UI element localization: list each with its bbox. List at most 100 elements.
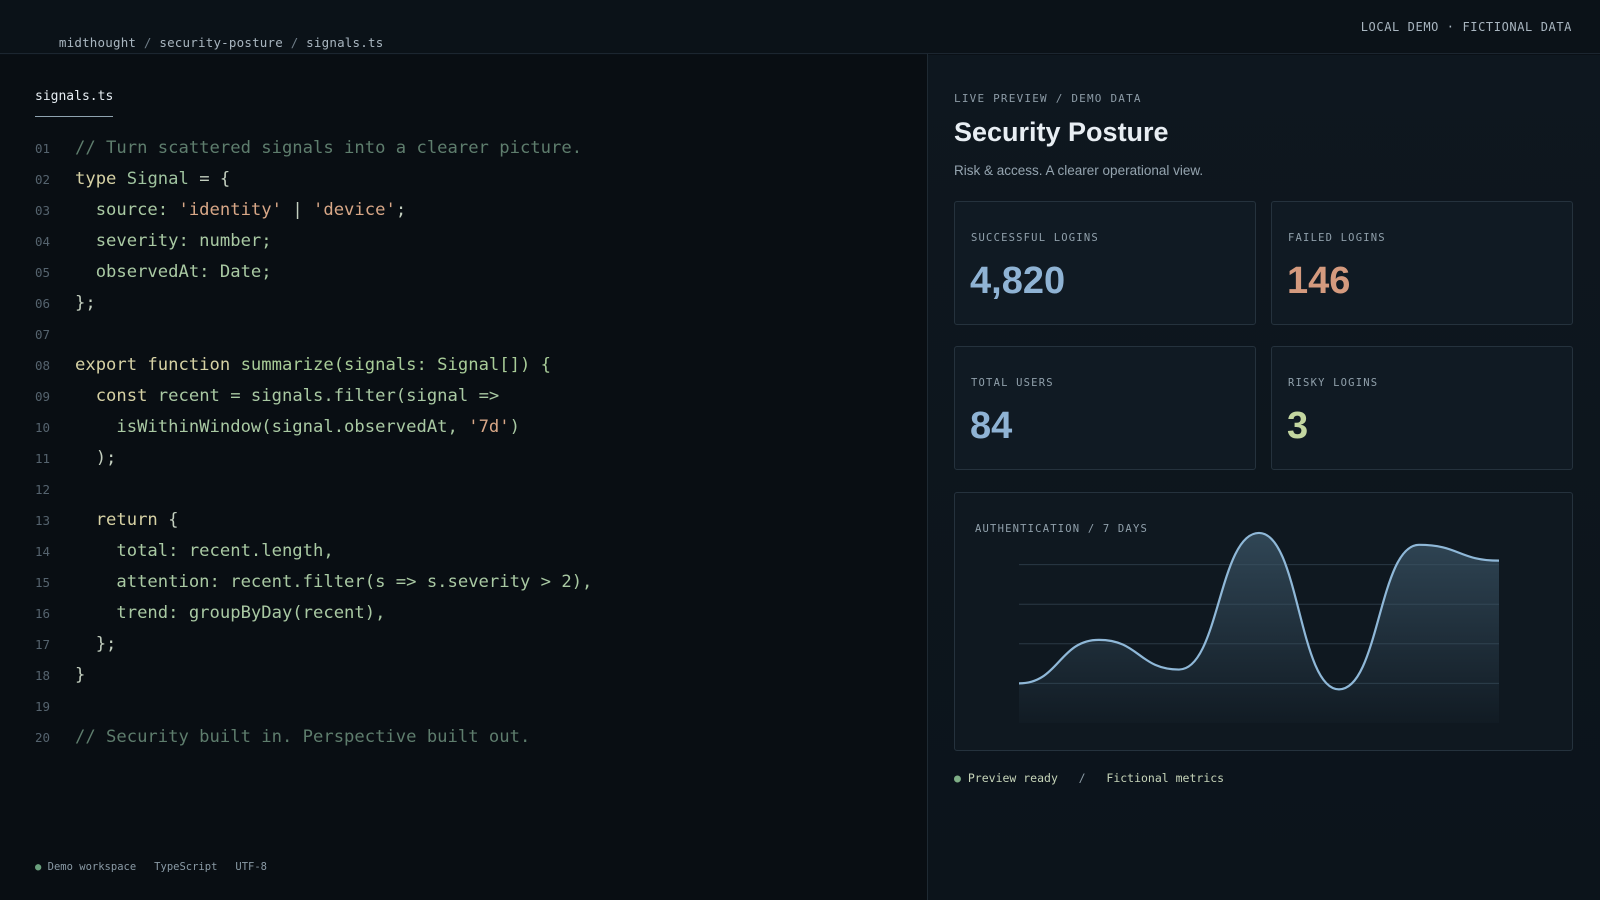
metric-value: 4,820	[970, 260, 1066, 302]
code-line[interactable]: 15 attention: recent.filter(s => s.sever…	[0, 567, 900, 598]
code-token: )	[509, 417, 520, 437]
encoding-label[interactable]: UTF-8	[235, 861, 267, 873]
line-number: 07	[35, 327, 51, 342]
code-token: = {	[188, 169, 231, 189]
code-line[interactable]: 20 // Security built in. Perspective buil…	[0, 722, 900, 753]
line-content: };	[75, 288, 96, 319]
preview-status: Preview ready	[967, 771, 1058, 785]
line-content: type Signal = {	[75, 164, 230, 195]
line-number: 13	[35, 513, 51, 528]
authentication-chart-card: AUTHENTICATION / 7 DAYS	[954, 492, 1573, 751]
metric-card-failed-logins: FAILED LOGINS 146	[1271, 201, 1573, 325]
language-label[interactable]: TypeScript	[154, 861, 217, 873]
code-line[interactable]: 16 trend: groupByDay(recent),	[0, 598, 900, 629]
code-line[interactable]: 02 type Signal = {	[0, 164, 900, 195]
line-number: 05	[35, 265, 51, 280]
code-token: const	[75, 386, 158, 406]
line-number: 08	[35, 358, 51, 373]
line-number: 12	[35, 482, 51, 497]
code-line[interactable]: 19	[0, 691, 900, 722]
metric-card-risky-logins: RISKY LOGINS 3	[1271, 346, 1573, 470]
metric-card-total-users: TOTAL USERS 84	[954, 346, 1256, 470]
code-token: return	[75, 510, 169, 530]
line-number: 17	[35, 637, 51, 652]
line-number: 10	[35, 420, 51, 435]
breadcrumb-item-project[interactable]: security-posture	[159, 35, 283, 50]
line-number: 02	[35, 172, 51, 187]
code-token: source:	[75, 200, 179, 220]
code-line[interactable]: 08 export function summarize(signals: Sig…	[0, 350, 900, 381]
line-number: 04	[35, 234, 51, 249]
line-number: 03	[35, 203, 51, 218]
code-token: {	[168, 510, 179, 530]
code-token: // Turn scattered signals into a clearer…	[75, 138, 583, 158]
preview-kicker: LIVE PREVIEW / DEMO DATA	[954, 92, 1142, 105]
code-token: ;	[395, 200, 407, 220]
code-line[interactable]: 09 const recent = signals.filter(signal …	[0, 381, 900, 412]
line-content: }	[75, 660, 85, 691]
line-content: };	[75, 629, 117, 660]
code-token: '7d'	[468, 417, 510, 437]
line-number: 19	[35, 699, 51, 714]
line-content: );	[75, 443, 117, 474]
line-content: // Turn scattered signals into a clearer…	[75, 133, 582, 164]
line-content: const recent = signals.filter(signal =>	[75, 381, 500, 412]
line-content: observedAt: Date;	[75, 257, 272, 288]
code-token: total: recent.length,	[75, 541, 334, 561]
line-number: 11	[35, 451, 51, 466]
breadcrumb-item-file[interactable]: signals.ts	[306, 35, 383, 50]
code-line[interactable]: 04 severity: number;	[0, 226, 900, 257]
code-token: recent = signals.filter(signal =>	[157, 386, 500, 406]
code-token: trend: groupByDay(recent),	[75, 603, 386, 623]
breadcrumb-separator: /	[136, 35, 160, 50]
code-token: export function	[75, 355, 241, 375]
code-line[interactable]: 11 );	[0, 443, 900, 474]
metric-value: 84	[970, 405, 1013, 447]
line-content: export function summarize(signals: Signa…	[75, 350, 551, 381]
code-token: }	[75, 665, 86, 685]
file-tab[interactable]: signals.ts	[35, 89, 114, 117]
code-token: );	[75, 448, 117, 468]
metric-card-successful-logins: SUCCESSFUL LOGINS 4,820	[954, 201, 1256, 325]
line-content: source: 'identity' | 'device';	[75, 195, 406, 226]
metric-label: RISKY LOGINS	[1288, 377, 1379, 389]
live-preview-panel: LIVE PREVIEW / DEMO DATA Security Postur…	[928, 55, 1600, 900]
line-number: 14	[35, 544, 51, 559]
code-line[interactable]: 12	[0, 474, 900, 505]
status-dot-icon: ●	[35, 861, 42, 873]
code-line[interactable]: 01 // Turn scattered signals into a clear…	[0, 133, 900, 164]
code-line[interactable]: 10 isWithinWindow(signal.observedAt, '7d…	[0, 412, 900, 443]
code-line[interactable]: 13 return {	[0, 505, 900, 536]
code-token: attention: recent.filter(s => s.severity…	[75, 572, 593, 592]
line-number: 09	[35, 389, 51, 404]
code-area[interactable]: 01 // Turn scattered signals into a clear…	[0, 133, 900, 753]
code-line[interactable]: 03 source: 'identity' | 'device';	[0, 195, 900, 226]
code-token: type	[75, 169, 127, 189]
line-content: isWithinWindow(signal.observedAt, '7d')	[75, 412, 520, 443]
line-content: // Security built in. Perspective built …	[75, 722, 530, 753]
code-token: observedAt: Date;	[75, 262, 272, 282]
footer-separator: /	[1078, 771, 1086, 785]
line-number: 20	[35, 730, 51, 745]
line-number: 16	[35, 606, 51, 621]
editor-status-bar: ● Demo workspace TypeScript UTF-8	[35, 861, 267, 873]
line-content: total: recent.length,	[75, 536, 334, 567]
code-token: summarize(signals: Signal[]) {	[240, 355, 552, 375]
breadcrumb-item-workspace[interactable]: midthought	[59, 35, 136, 50]
code-line[interactable]: 18}	[0, 660, 900, 691]
breadcrumb-separator: /	[282, 35, 307, 50]
code-line[interactable]: 05 observedAt: Date;	[0, 257, 900, 288]
line-content: severity: number;	[75, 226, 272, 257]
code-editor[interactable]: signals.ts 01 // Turn scattered signals i…	[0, 55, 927, 900]
code-token: Signal	[126, 169, 189, 189]
line-content: return {	[75, 505, 179, 536]
code-line[interactable]: 14 total: recent.length,	[0, 536, 900, 567]
code-line[interactable]: 17 };	[0, 629, 900, 660]
page-title: Security Posture	[954, 117, 1169, 147]
code-line[interactable]: 06};	[0, 288, 900, 319]
authentication-chart	[1019, 531, 1499, 723]
environment-label: LOCAL DEMO · FICTIONAL DATA	[1360, 20, 1572, 34]
line-number: 01	[35, 141, 51, 156]
workspace-label: Demo workspace	[47, 861, 137, 873]
code-line[interactable]: 07	[0, 319, 900, 350]
